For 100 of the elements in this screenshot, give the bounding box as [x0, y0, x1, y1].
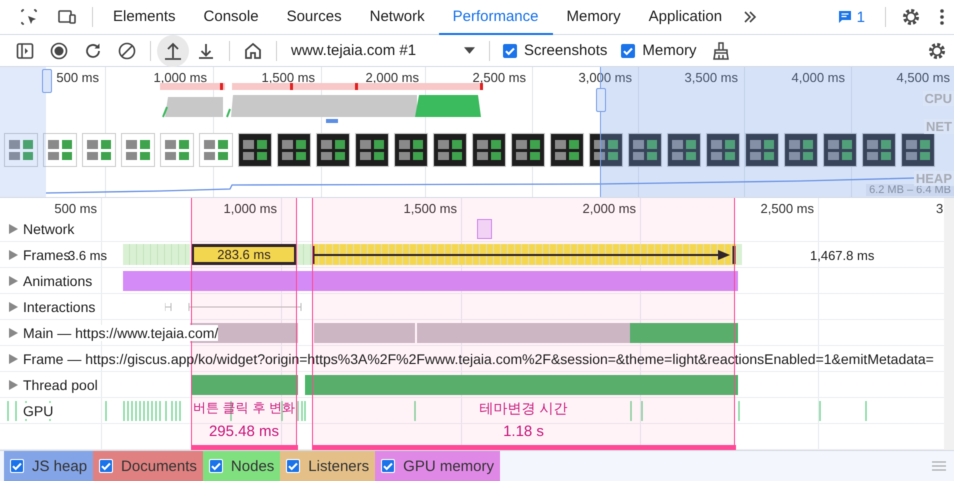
screenshot-thumbnail	[355, 133, 389, 167]
network-request-bar	[326, 119, 338, 123]
time-tick-label: 4,000 ms	[792, 70, 845, 85]
time-tick-label: 1,500 ms	[404, 201, 457, 216]
range-handle[interactable]	[42, 69, 52, 93]
track-label[interactable]: Interactions	[23, 299, 96, 315]
screenshot-thumbnail	[745, 133, 779, 167]
counter-toggle[interactable]: Nodes	[202, 451, 280, 481]
panel-tab[interactable]: Memory	[552, 0, 635, 34]
upload-icon[interactable]	[157, 34, 189, 66]
checkbox[interactable]	[621, 44, 636, 58]
screenshot-thumbnail	[628, 133, 662, 167]
checkbox[interactable]	[503, 44, 517, 58]
panel-tab[interactable]: Elements	[99, 0, 190, 34]
track-label[interactable]: Animations	[23, 273, 92, 289]
frame-duration: 1,467.8 ms	[810, 248, 874, 263]
screenshot-thumbnail	[160, 133, 194, 167]
checkbox-label: Memory	[642, 42, 697, 59]
screenshot-thumbnail	[199, 133, 233, 167]
time-tick-label: 4,500 ms	[896, 70, 950, 85]
message-icon	[838, 10, 852, 24]
time-tick-label: 3	[936, 201, 944, 216]
lane-label: HEAP	[914, 171, 954, 186]
screenshot-thumbnail	[823, 133, 857, 167]
counter-toggle[interactable]: GPU memory	[375, 451, 500, 481]
screenshot-thumbnail	[511, 133, 545, 167]
time-tick-label: 2,500 ms	[472, 70, 526, 85]
more-tabs-icon[interactable]	[742, 9, 758, 25]
screenshot-thumbnail	[121, 133, 155, 167]
counter-toggle[interactable]: Documents	[93, 451, 203, 481]
screenshot-thumbnail	[433, 133, 467, 167]
track-label[interactable]: Thread pool	[23, 377, 98, 393]
screenshot-thumbnail	[667, 133, 701, 167]
clear-icon[interactable]	[117, 40, 137, 60]
broom-icon[interactable]	[710, 40, 731, 60]
expand-icon[interactable]	[9, 380, 18, 390]
expand-icon[interactable]	[9, 224, 18, 234]
settings-icon[interactable]	[927, 40, 947, 60]
expand-icon[interactable]	[9, 302, 18, 312]
counter-toggle[interactable]: JS heap	[4, 451, 94, 481]
track-label[interactable]: Frames	[23, 247, 70, 263]
screenshot-thumbnail	[901, 133, 935, 167]
scrollbar[interactable]	[944, 198, 954, 450]
time-tick-label: 500 ms	[54, 201, 97, 216]
frame-bar	[123, 244, 190, 265]
drag-handle-icon[interactable]	[932, 461, 946, 471]
more-menu-icon[interactable]	[939, 8, 945, 26]
annotation-label: 버튼 클릭 후 변화	[193, 399, 295, 417]
issues-button[interactable]: 1	[832, 8, 871, 26]
panel-tab[interactable]: Network	[356, 0, 439, 34]
screenshot-thumbnail	[43, 133, 77, 167]
annotation-label: 테마변경 시간	[480, 399, 568, 418]
time-tick-label: 500 ms	[56, 70, 99, 85]
time-tick-label: 2,000 ms	[366, 70, 419, 85]
sidebar-toggle-icon[interactable]	[15, 40, 35, 60]
frame-duration: 3.6 ms	[68, 248, 108, 263]
annotation-duration: 1.18 s	[503, 423, 544, 440]
counter-label: Documents	[121, 458, 197, 474]
selected-frame[interactable]: 283.6 ms	[191, 244, 297, 265]
annotation-duration: 295.48 ms	[208, 423, 280, 440]
inspect-icon[interactable]	[19, 7, 39, 27]
track-label[interactable]: Main — https://www.tejaia.com/	[23, 325, 218, 341]
track-label[interactable]: Network	[23, 221, 74, 237]
dropdown-caret-icon	[464, 47, 475, 54]
counter-toggle[interactable]: Listeners	[280, 451, 376, 481]
network-request-bar	[477, 219, 492, 239]
expand-icon[interactable]	[9, 250, 18, 260]
screenshot-thumbnail	[277, 133, 311, 167]
screenshot-thumbnail	[706, 133, 740, 167]
counter-label: JS heap	[32, 458, 88, 474]
panel-tab[interactable]: Console	[190, 0, 273, 34]
screenshot-thumbnail	[82, 133, 116, 167]
counter-label: Nodes	[230, 458, 274, 474]
expand-icon[interactable]	[9, 354, 18, 364]
screenshot-thumbnail	[784, 133, 818, 167]
record-icon[interactable]	[49, 40, 69, 60]
screenshot-thumbnail	[316, 133, 350, 167]
screenshot-thumbnail	[472, 133, 506, 167]
time-tick-label: 1,000 ms	[154, 70, 207, 85]
time-tick-label: 1,500 ms	[262, 70, 315, 85]
screenshot-thumbnail	[589, 133, 623, 167]
time-tick-label: 1,000 ms	[224, 201, 277, 216]
time-tick-label: 2,000 ms	[582, 201, 636, 216]
panel-tab[interactable]: Application	[634, 0, 736, 34]
range-handle[interactable]	[596, 88, 606, 112]
track-label[interactable]: GPU	[21, 403, 56, 419]
recording-select[interactable]: www.tejaia.com #1	[283, 42, 483, 59]
checkbox-label: Screenshots	[524, 42, 608, 59]
settings-icon[interactable]	[901, 7, 921, 27]
panel-tab[interactable]: Performance	[438, 0, 552, 34]
time-tick-label: 2,500 ms	[760, 201, 814, 216]
screenshot-thumbnail	[394, 133, 428, 167]
expand-icon[interactable]	[9, 276, 18, 286]
counter-label: Listeners	[308, 458, 370, 474]
panel-tab[interactable]: Sources	[272, 0, 356, 34]
device-toolbar-icon[interactable]	[57, 7, 77, 27]
screenshot-thumbnail	[4, 133, 38, 167]
time-tick-label: 3,500 ms	[684, 70, 738, 85]
screenshot-thumbnail	[550, 133, 584, 167]
home-icon[interactable]	[243, 40, 263, 60]
